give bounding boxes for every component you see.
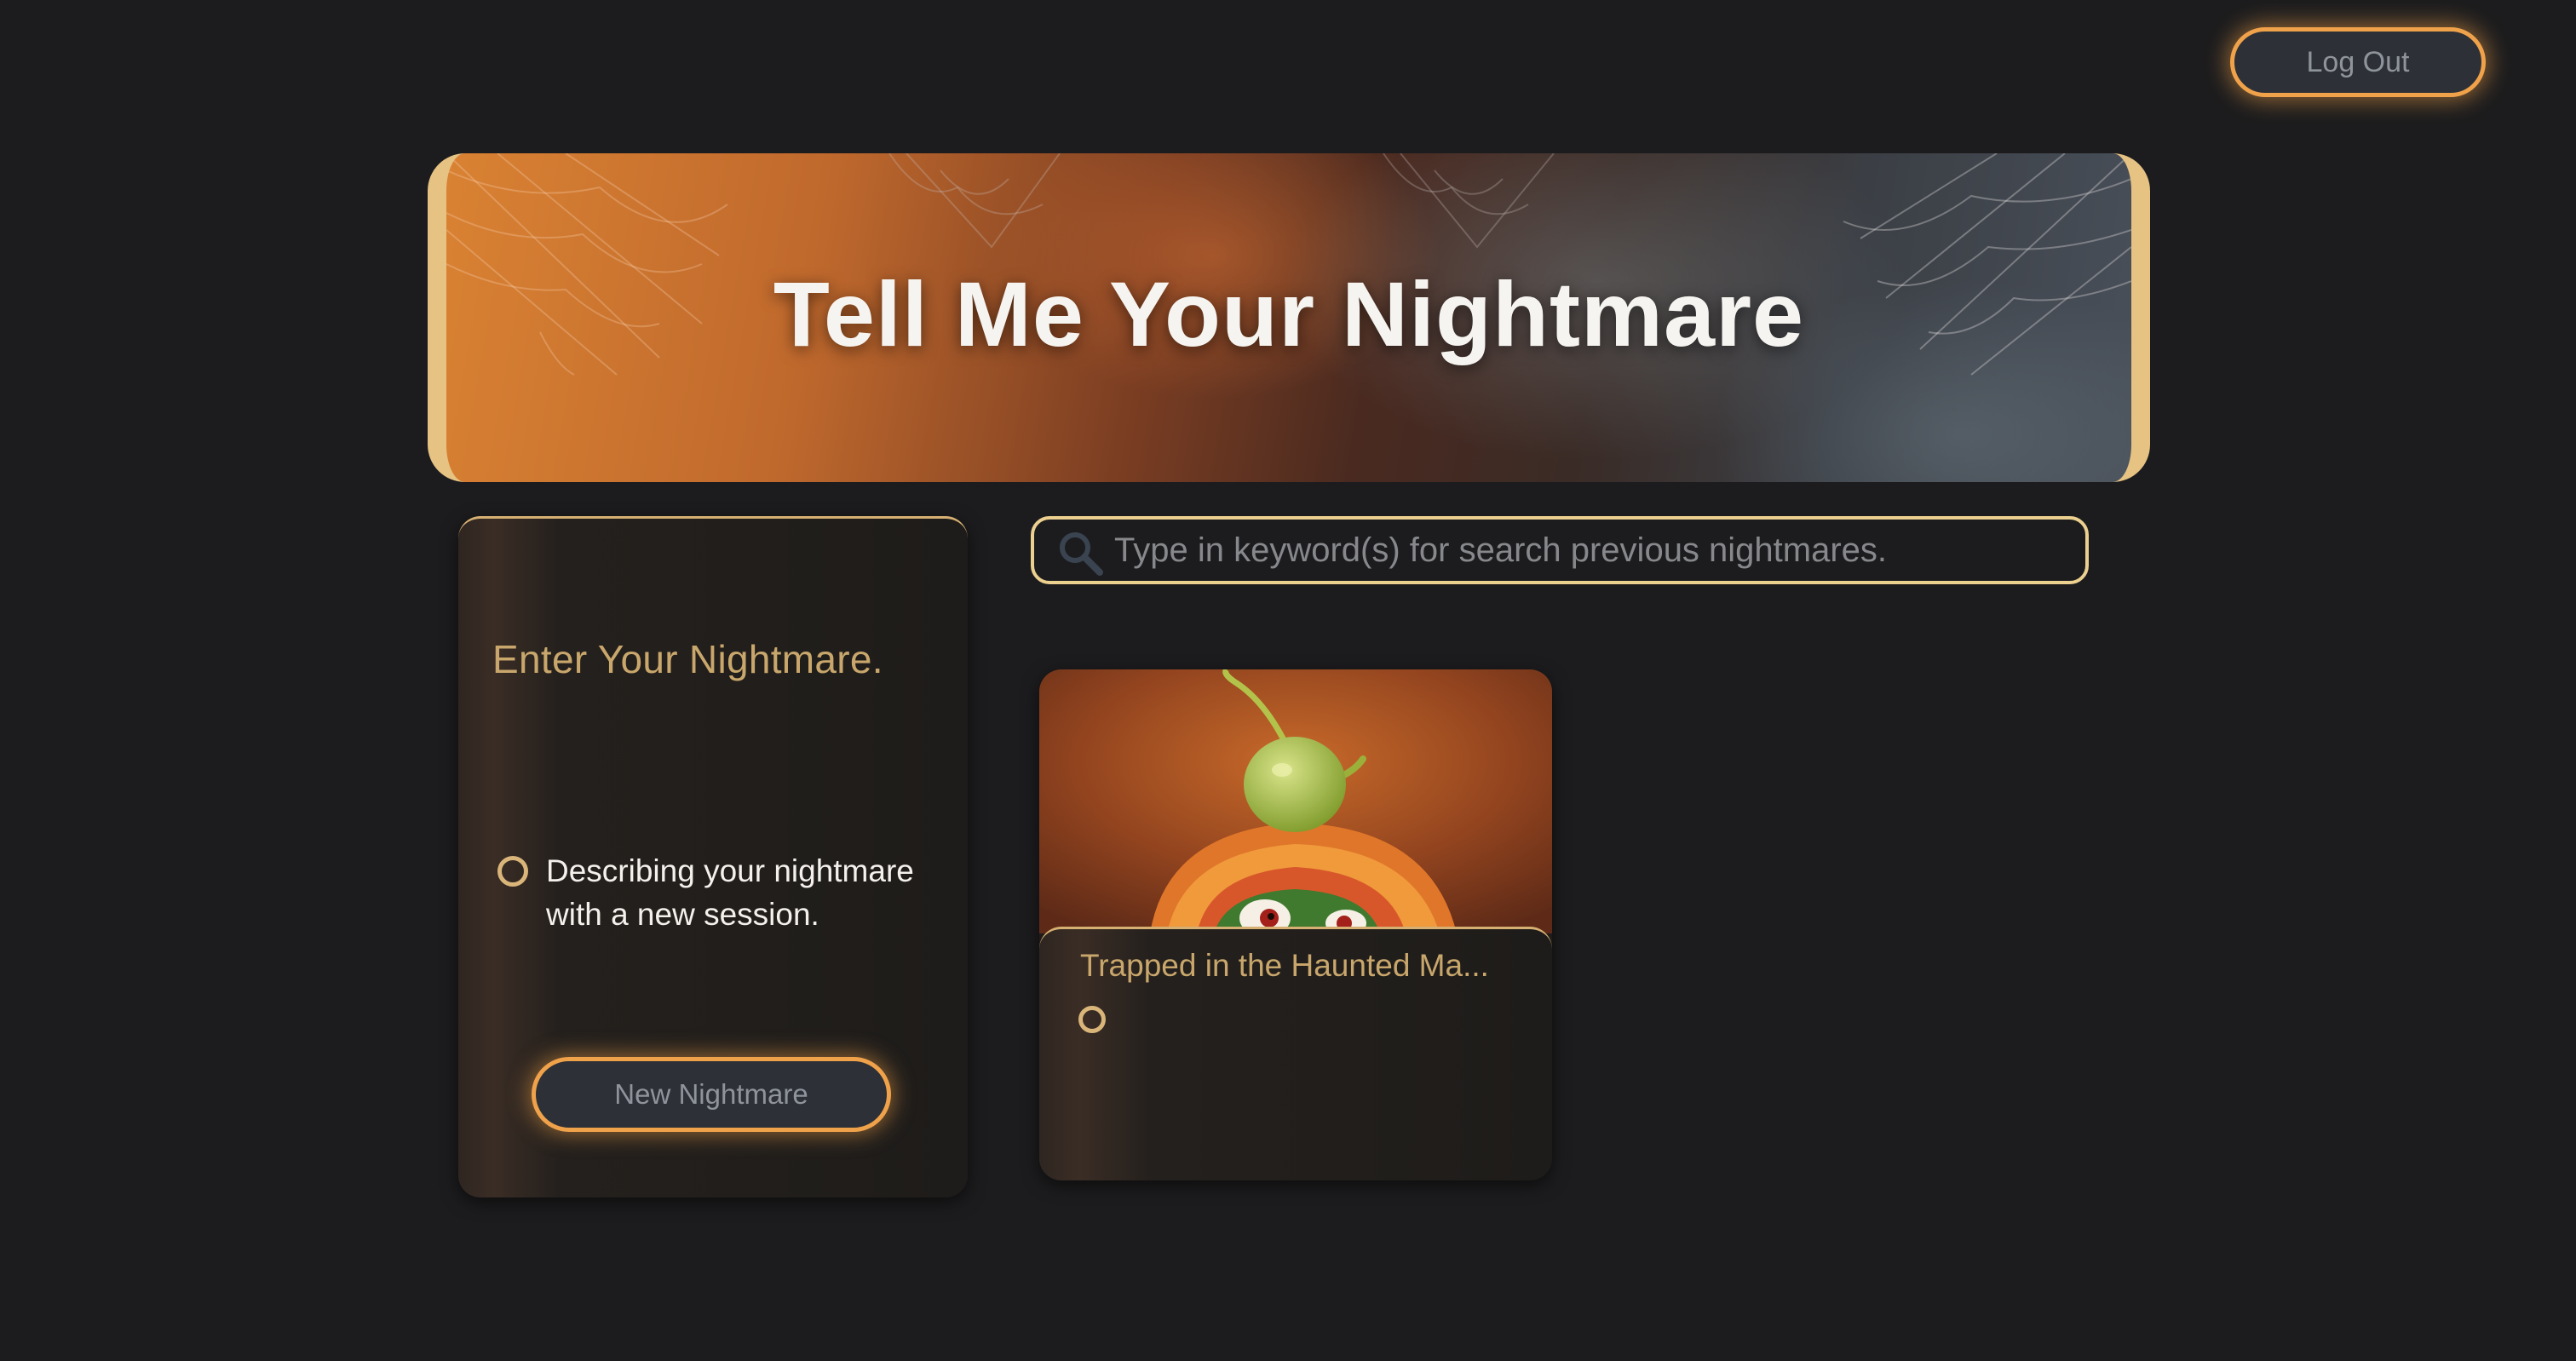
page-title: Tell Me Your Nightmare <box>773 261 1805 365</box>
search-icon <box>1056 529 1106 583</box>
radio-ring-icon <box>1078 1006 1106 1033</box>
search-bar <box>1031 516 2089 584</box>
nightmare-card-info: Trapped in the Haunted Ma... <box>1039 927 1552 1180</box>
header-banner: Tell Me Your Nightmare <box>428 153 2150 482</box>
new-nightmare-heading: Enter Your Nightmare. <box>492 637 883 681</box>
new-nightmare-card: Enter Your Nightmare. Describing your ni… <box>458 516 968 1197</box>
logout-button[interactable]: Log Out <box>2230 27 2486 97</box>
new-nightmare-button[interactable]: New Nightmare <box>532 1057 891 1132</box>
new-nightmare-description: Describing your nightmare with a new ses… <box>546 853 914 932</box>
search-input[interactable] <box>1114 528 2068 572</box>
nightmare-title: Trapped in the Haunted Ma... <box>1080 948 1489 983</box>
nightmare-card[interactable]: Trapped in the Haunted Ma... <box>1039 669 1552 1180</box>
radio-ring-icon <box>497 856 528 887</box>
nightmare-thumbnail <box>1039 669 1552 933</box>
